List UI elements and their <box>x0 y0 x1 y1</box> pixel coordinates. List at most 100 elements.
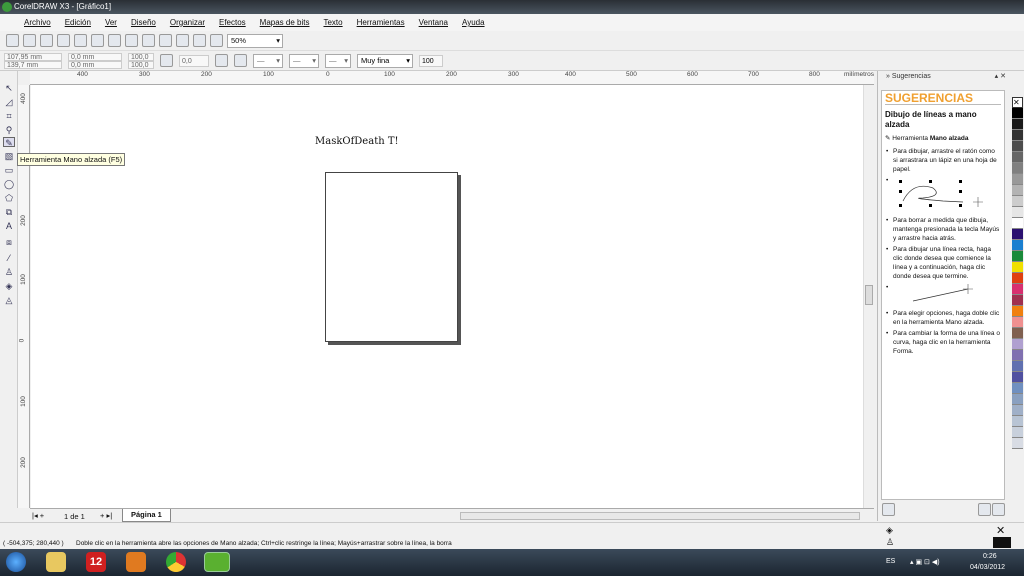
docker-close-icon[interactable]: ▴ ✕ <box>995 71 1006 83</box>
color-swatch[interactable] <box>1012 361 1023 372</box>
menu-archivo[interactable]: Archivo <box>24 18 51 27</box>
smart-fill-tool-icon[interactable]: ▧ <box>3 151 15 161</box>
color-swatch[interactable] <box>1012 262 1023 273</box>
app-12-icon[interactable]: 12 <box>86 552 106 572</box>
color-swatch[interactable] <box>1012 185 1023 196</box>
color-swatch[interactable] <box>1012 240 1023 251</box>
scale-y-field[interactable]: 100,0 <box>128 60 154 69</box>
color-swatch[interactable] <box>1012 394 1023 405</box>
color-swatch[interactable] <box>1012 295 1023 306</box>
first-page-button[interactable]: |◂ + <box>32 511 44 520</box>
import-icon[interactable] <box>159 34 172 47</box>
zoom-tool-icon[interactable]: ⚲ <box>3 125 15 135</box>
chrome-icon[interactable] <box>166 552 186 572</box>
menu-herramientas[interactable]: Herramientas <box>357 18 405 27</box>
last-page-button[interactable]: + ▸| <box>100 511 112 520</box>
menu-ver[interactable]: Ver <box>105 18 117 27</box>
menu-efectos[interactable]: Efectos <box>219 18 246 27</box>
rotation-angle-field[interactable]: 0,0 <box>179 54 209 67</box>
language-indicator[interactable]: ES <box>886 558 895 565</box>
interactive-fill-tool-icon[interactable]: ◬ <box>3 295 15 305</box>
clock-time[interactable]: 0:26 <box>983 553 997 560</box>
eyedropper-tool-icon[interactable]: ⁄ <box>3 253 15 263</box>
fill-tool-icon[interactable]: ◈ <box>3 281 15 291</box>
docker-tab[interactable]: » Sugerencias ▴ ✕ <box>878 71 1010 83</box>
corel-online-icon[interactable] <box>210 34 223 47</box>
docker-forward-icon[interactable] <box>992 503 1005 516</box>
crop-tool-icon[interactable]: ⌗ <box>3 111 15 121</box>
interactive-blend-tool-icon[interactable]: ⧈ <box>3 237 15 247</box>
menu-ventana[interactable]: Ventana <box>419 18 448 27</box>
outline-width-select[interactable]: Muy fina <box>357 53 413 68</box>
rectangle-tool-icon[interactable]: ▭ <box>3 165 15 175</box>
copy-icon[interactable] <box>91 34 104 47</box>
menu-organizar[interactable]: Organizar <box>170 18 205 27</box>
basic-shapes-tool-icon[interactable]: ⧉ <box>3 207 15 217</box>
paste-icon[interactable] <box>108 34 121 47</box>
color-swatch[interactable] <box>1012 152 1023 163</box>
color-swatch[interactable] <box>1012 108 1023 119</box>
media-player-icon[interactable] <box>126 552 146 572</box>
x-position-field[interactable]: 107,95 mm <box>4 52 62 61</box>
coreldraw-task-icon[interactable] <box>204 552 230 572</box>
color-swatch[interactable] <box>1012 273 1023 284</box>
shape-tool-icon[interactable]: ◿ <box>3 97 15 107</box>
menu-edicion[interactable]: Edición <box>65 18 91 27</box>
menu-mapas-de-bits[interactable]: Mapas de bits <box>260 18 310 27</box>
polygon-tool-icon[interactable]: ⬠ <box>3 193 15 203</box>
outline-tool-icon[interactable]: ♙ <box>3 267 15 277</box>
cut-icon[interactable] <box>74 34 87 47</box>
text-tool-icon[interactable]: A <box>3 221 15 231</box>
drawing-page[interactable] <box>325 172 458 342</box>
no-color-swatch[interactable]: ✕ <box>1012 97 1023 108</box>
horizontal-ruler[interactable]: 400 300 200 100 0 100 200 300 400 500 60… <box>30 71 874 85</box>
end-arrow-select[interactable]: — <box>325 53 351 68</box>
menu-texto[interactable]: Texto <box>323 18 342 27</box>
freehand-tool-icon[interactable]: ✎ <box>3 137 15 148</box>
vertical-scrollbar[interactable] <box>863 85 874 508</box>
color-swatch[interactable] <box>1012 317 1023 328</box>
ellipse-tool-icon[interactable]: ◯ <box>3 179 15 189</box>
height-field[interactable]: 0,0 mm <box>68 60 122 69</box>
color-swatch[interactable] <box>1012 405 1023 416</box>
auto-close-icon[interactable] <box>234 54 247 67</box>
lock-ratio-icon[interactable] <box>160 54 173 67</box>
mirror-icon[interactable] <box>215 54 228 67</box>
explorer-icon[interactable] <box>46 552 66 572</box>
color-swatch[interactable] <box>1012 218 1023 229</box>
artistic-text[interactable]: MaskOfDeath T! <box>315 136 399 147</box>
color-swatch[interactable] <box>1012 350 1023 361</box>
color-swatch[interactable] <box>1012 119 1023 130</box>
color-swatch[interactable] <box>1012 130 1023 141</box>
undo-icon[interactable] <box>125 34 138 47</box>
horizontal-scrollbar[interactable] <box>460 512 860 520</box>
y-position-field[interactable]: 139,7 mm <box>4 60 62 69</box>
clock-date[interactable]: 04/03/2012 <box>970 564 1005 571</box>
color-swatch[interactable] <box>1012 427 1023 438</box>
color-swatch[interactable] <box>1012 229 1023 240</box>
save-icon[interactable] <box>40 34 53 47</box>
open-icon[interactable] <box>23 34 36 47</box>
page-tab[interactable]: Página 1 <box>122 509 171 522</box>
start-arrow-select[interactable]: — <box>253 53 283 68</box>
color-swatch[interactable] <box>1012 163 1023 174</box>
color-swatch[interactable] <box>1012 383 1023 394</box>
color-swatch[interactable] <box>1012 328 1023 339</box>
tray-icons[interactable]: ▴ ▣ ⊡ ◀) <box>910 558 940 566</box>
smoothing-field[interactable]: 100 <box>419 54 443 67</box>
scroll-thumb[interactable] <box>865 285 873 305</box>
print-icon[interactable] <box>57 34 70 47</box>
color-swatch[interactable] <box>1012 339 1023 350</box>
color-swatch[interactable] <box>1012 207 1023 218</box>
zoom-level-select[interactable]: 50% <box>227 33 283 48</box>
color-swatch[interactable] <box>1012 438 1023 449</box>
export-icon[interactable] <box>176 34 189 47</box>
pick-tool-icon[interactable]: ↖ <box>3 83 15 93</box>
start-button-icon[interactable] <box>6 552 26 572</box>
vertical-ruler[interactable]: 400 300 200 100 0 100 200 <box>18 85 30 508</box>
width-field[interactable]: 0,0 mm <box>68 52 122 61</box>
menu-diseno[interactable]: Diseño <box>131 18 156 27</box>
color-swatch[interactable] <box>1012 284 1023 295</box>
color-swatch[interactable] <box>1012 141 1023 152</box>
color-swatch[interactable] <box>1012 174 1023 185</box>
